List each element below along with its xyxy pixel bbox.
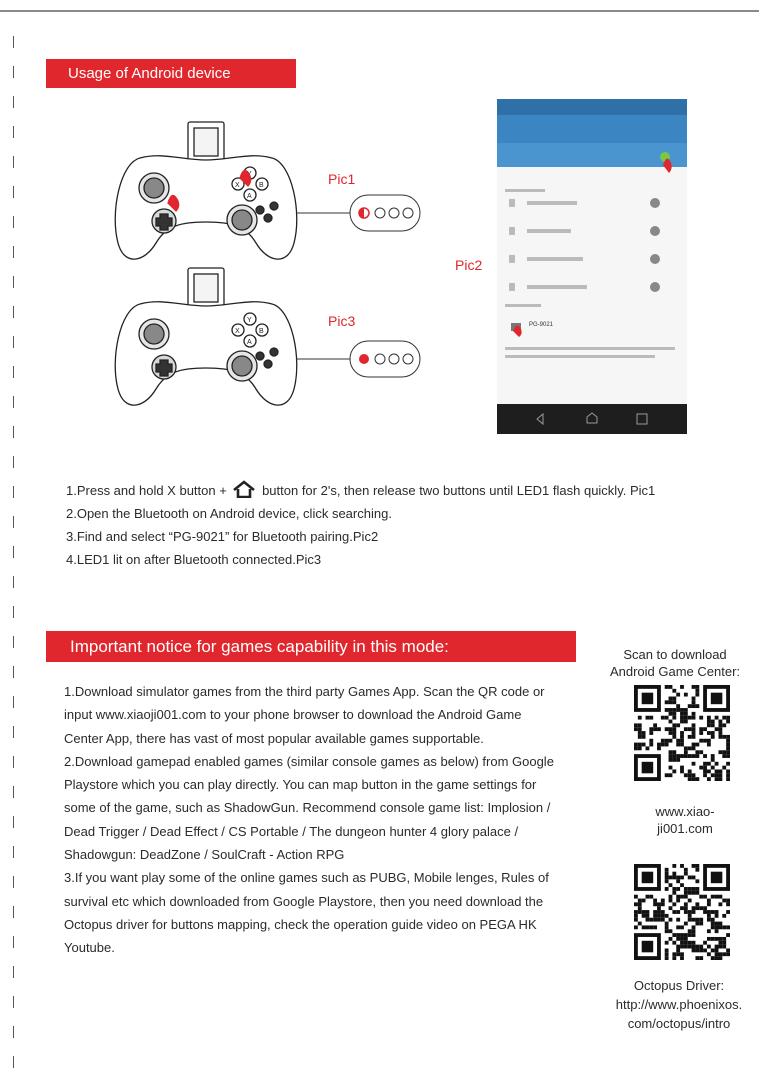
instruction-step-2: 2.Open the Bluetooth on Android device, … — [66, 506, 392, 521]
margin-dash — [13, 486, 14, 498]
games-notice-body: 1.Download simulator games from the thir… — [64, 680, 564, 960]
svg-text:Y: Y — [247, 317, 252, 324]
margin-dash — [13, 936, 14, 948]
margin-dash — [13, 516, 14, 528]
section-banner-notice: Important notice for games capability in… — [46, 631, 576, 662]
phone-device-name: PG-9021 — [529, 322, 554, 328]
margin-dash — [13, 876, 14, 888]
section-banner-android: Usage of Android device — [46, 59, 296, 88]
top-divider — [0, 10, 759, 12]
home-icon — [233, 480, 256, 498]
gamepad-top: Y B A X — [114, 121, 298, 260]
game-center-qr-code — [634, 685, 730, 781]
margin-dash — [13, 906, 14, 918]
svg-text:X: X — [235, 182, 240, 189]
margin-dash — [13, 636, 14, 648]
margin-dash — [13, 126, 14, 138]
margin-dash — [13, 1026, 14, 1038]
margin-dash — [13, 396, 14, 408]
margin-dash — [13, 816, 14, 828]
margin-dash — [13, 966, 14, 978]
svg-text:A: A — [247, 339, 252, 346]
margin-dash — [13, 456, 14, 468]
phone-nav-bar — [497, 404, 687, 434]
pic2-label: Pic2 — [455, 257, 483, 273]
phone-list-graphics — [505, 152, 675, 358]
svg-text:B: B — [259, 182, 264, 189]
svg-text:B: B — [259, 328, 264, 335]
android-bluetooth-screenshot: PG-9021 — [497, 99, 687, 434]
margin-dash — [13, 66, 14, 78]
margin-dash — [13, 336, 14, 348]
margin-dash — [13, 756, 14, 768]
margin-dash — [13, 726, 14, 738]
margin-dash — [13, 246, 14, 258]
instruction-step-1: 1.Press and hold X button + button for 2… — [66, 479, 706, 502]
margin-dash — [13, 156, 14, 168]
margin-dash — [13, 546, 14, 558]
gamepad-diagram: Y B A X Y B A — [114, 121, 421, 406]
octopus-driver-caption: Octopus Driver: http://www.phoenixos. co… — [615, 978, 743, 1031]
svg-text:A: A — [247, 193, 252, 200]
margin-dash — [13, 36, 14, 48]
margin-dash — [13, 306, 14, 318]
margin-dash — [13, 696, 14, 708]
svg-text:X: X — [235, 328, 240, 335]
margin-dash — [13, 666, 14, 678]
octopus-driver-qr-code — [634, 864, 730, 960]
instruction-step-3: 3.Find and select “PG-9021” for Bluetoot… — [66, 529, 379, 544]
margin-dash — [13, 606, 14, 618]
notice-paragraph-2: 2.Download gamepad enabled games (simila… — [64, 753, 554, 863]
gamepad-illustrations: Y B A X Y B A — [110, 118, 440, 418]
pic1-label: Pic1 — [328, 171, 356, 187]
game-center-qr-caption: Scan to download Android Game Center: — [609, 647, 741, 679]
pairing-instructions: 1.Press and hold X button + button for 2… — [66, 479, 706, 571]
gamepad-bottom: Y B A X — [114, 267, 298, 406]
margin-dash — [13, 786, 14, 798]
instruction-step-4: 4.LED1 lit on after Bluetooth connected.… — [66, 552, 322, 567]
notice-paragraph-1: 1.Download simulator games from the thir… — [64, 684, 545, 746]
margin-dash — [13, 186, 14, 198]
margin-dash — [13, 216, 14, 228]
margin-dash — [13, 276, 14, 288]
margin-dash — [13, 366, 14, 378]
margin-dash — [13, 96, 14, 108]
notice-paragraph-3: 3.If you want play some of the online ga… — [64, 870, 549, 956]
margin-dash — [13, 996, 14, 1008]
margin-dash — [13, 1056, 14, 1068]
game-center-url: www.xiao- ji001.com — [655, 804, 715, 836]
margin-dash — [13, 426, 14, 438]
margin-dash — [13, 846, 14, 858]
pic3-label: Pic3 — [328, 313, 356, 329]
margin-dash — [13, 576, 14, 588]
